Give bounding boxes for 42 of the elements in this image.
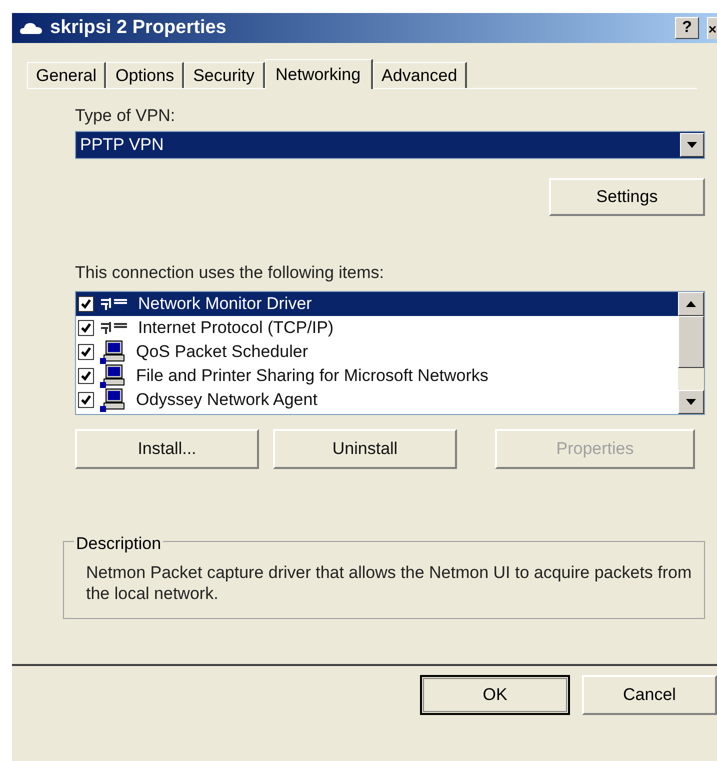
list-item[interactable]: Odyssey Network Agent: [76, 388, 678, 412]
down-arrow-icon: [686, 399, 696, 405]
tab[interactable]: Options: [106, 62, 184, 88]
vpn-type-dropdown[interactable]: PPTP VPN: [75, 130, 705, 158]
list-item[interactable]: File and Printer Sharing for Microsoft Networks: [76, 364, 678, 388]
tab[interactable]: Advanced: [372, 62, 468, 88]
checkbox[interactable]: [78, 320, 94, 336]
description-text: Netmon Packet capture driver that allows the Netmon UI to acquire packets from the local network.: [86, 562, 693, 604]
tab[interactable]: Security: [184, 62, 264, 88]
tab[interactable]: Networking: [264, 59, 373, 89]
plug-icon: [100, 320, 128, 336]
computer-icon: [100, 364, 126, 388]
settings-button[interactable]: Settings: [549, 178, 705, 216]
dialog-button[interactable]: OK: [420, 675, 570, 715]
checkbox[interactable]: [78, 344, 94, 360]
computer-icon: [100, 388, 126, 412]
list-item[interactable]: Internet Protocol (TCP/IP): [76, 316, 678, 340]
item-label: Odyssey Network Agent: [136, 389, 318, 412]
dialog-button[interactable]: Cancel: [582, 675, 717, 715]
item-label: Network Monitor Driver: [138, 293, 312, 316]
computer-icon: [100, 340, 126, 364]
help-button[interactable]: ?: [675, 17, 699, 39]
field-label: Type of VPN:: [75, 105, 176, 127]
checkbox[interactable]: [78, 392, 94, 408]
window-title: skripsi 2 Properties: [50, 16, 228, 40]
list-label: This connection uses the following items:: [75, 262, 385, 284]
item-label: QoS Packet Scheduler: [136, 341, 308, 364]
caret-icon: [687, 142, 697, 148]
plug-icon: [100, 296, 128, 312]
list-item[interactable]: Network Monitor Driver: [76, 292, 678, 316]
close-button[interactable]: ×: [707, 17, 717, 39]
tab[interactable]: General: [27, 62, 106, 88]
action-button[interactable]: Uninstall: [273, 429, 457, 469]
list-item[interactable]: QoS Packet Scheduler: [76, 340, 678, 364]
checkbox[interactable]: [78, 296, 94, 312]
item-label: Internet Protocol (TCP/IP): [138, 317, 334, 340]
checkbox[interactable]: [78, 368, 94, 384]
action-button[interactable]: Install...: [75, 429, 259, 469]
scrollbar[interactable]: [678, 292, 704, 414]
item-label: File and Printer Sharing for Microsoft Networks: [136, 365, 488, 388]
cloud-icon: [20, 21, 42, 35]
up-arrow-icon: [686, 301, 696, 307]
